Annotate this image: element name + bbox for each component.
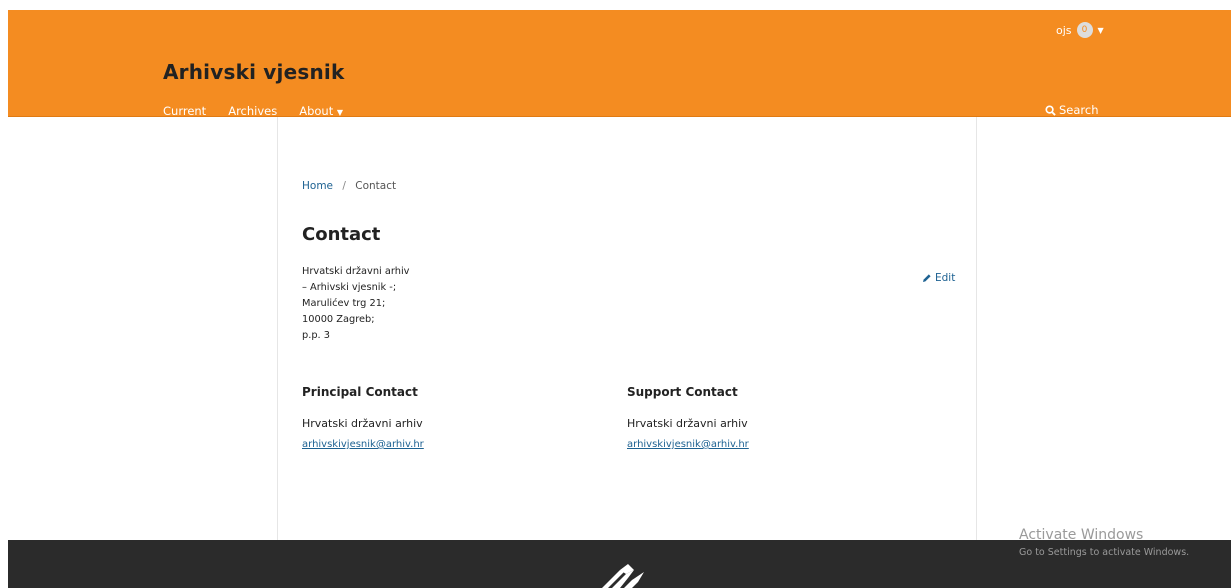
site-title[interactable]: Arhivski vjesnik: [163, 60, 344, 84]
address-line: Marulićev trg 21;: [302, 298, 386, 309]
breadcrumb-separator: /: [342, 180, 346, 192]
breadcrumb-home[interactable]: Home: [302, 180, 333, 192]
address-line: p.p. 3: [302, 330, 331, 341]
watermark-subtitle: Go to Settings to activate Windows.: [1019, 547, 1190, 558]
nav-current[interactable]: Current: [163, 104, 206, 118]
notification-badge[interactable]: 0: [1076, 22, 1093, 38]
address-line: – Arhivski vjesnik -;: [302, 282, 397, 293]
ojs-logo-icon[interactable]: [598, 560, 658, 588]
main-content: Home / Contact Contact Edit Hrvatski drž…: [277, 117, 977, 540]
page-title: Contact: [302, 224, 381, 245]
search-icon: [1045, 104, 1056, 116]
nav-archives[interactable]: Archives: [228, 104, 277, 118]
principal-contact: Principal Contact Hrvatski državni arhiv…: [302, 385, 582, 450]
caret-down-icon: ▼: [336, 108, 344, 117]
search-label[interactable]: Search: [1059, 103, 1099, 117]
principal-contact-heading: Principal Contact: [302, 385, 418, 399]
edit-button[interactable]: Edit: [922, 272, 955, 284]
top-strip: [0, 0, 1231, 10]
username[interactable]: ojs: [1056, 24, 1072, 37]
principal-contact-name: Hrvatski državni arhiv: [302, 417, 423, 430]
caret-down-icon[interactable]: ▼: [1098, 26, 1104, 35]
support-contact-name: Hrvatski državni arhiv: [627, 417, 748, 430]
principal-contact-email[interactable]: arhivskivjesnik@arhiv.hr: [302, 439, 582, 450]
primary-nav: Current Archives About ▼: [163, 104, 343, 118]
windows-activation-watermark: Activate Windows Go to Settings to activ…: [1019, 527, 1189, 558]
search-link[interactable]: Search: [1045, 103, 1099, 117]
edit-label[interactable]: Edit: [935, 272, 955, 284]
site-header: ojs 0 ▼ Arhivski vjesnik Current Archive…: [8, 10, 1231, 118]
pencil-icon: [923, 274, 931, 282]
mailing-address: Hrvatski državni arhiv – Arhivski vjesni…: [302, 264, 409, 344]
address-line: Hrvatski državni arhiv: [302, 266, 410, 277]
support-contact-heading: Support Contact: [627, 385, 738, 399]
breadcrumb-current: Contact: [355, 180, 397, 192]
support-contact: Support Contact Hrvatski državni arhiv a…: [627, 385, 907, 450]
user-menu[interactable]: ojs 0 ▼: [1056, 22, 1104, 38]
nav-about[interactable]: About ▼: [299, 104, 343, 118]
support-contact-email[interactable]: arhivskivjesnik@arhiv.hr: [627, 439, 907, 450]
breadcrumb: Home / Contact: [302, 180, 396, 192]
nav-about-label[interactable]: About: [299, 104, 333, 118]
address-line: 10000 Zagreb;: [302, 314, 375, 325]
watermark-title: Activate Windows: [1019, 527, 1144, 543]
